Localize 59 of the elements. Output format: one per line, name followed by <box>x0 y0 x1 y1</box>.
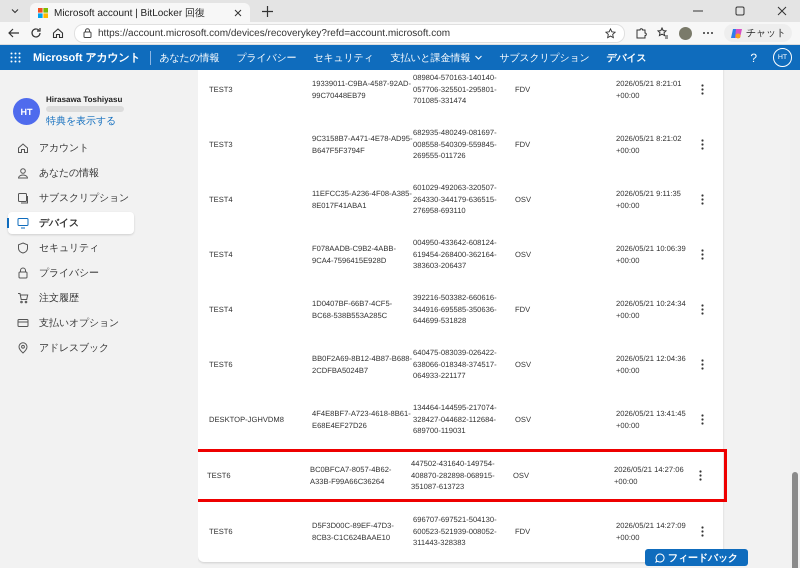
sidebar-item[interactable]: アカウント <box>8 137 134 159</box>
more-options-icon[interactable] <box>701 526 704 537</box>
star-icon[interactable] <box>605 28 616 38</box>
more-options-icon[interactable] <box>699 470 702 481</box>
nav-link[interactable]: 支払いと課金情報 <box>390 50 483 64</box>
chat-bubble-icon <box>655 552 665 562</box>
sidebar-item[interactable]: プライバシー <box>8 262 134 284</box>
more-options-icon[interactable] <box>701 359 704 370</box>
more-options-icon[interactable] <box>701 304 704 315</box>
favorites-icon[interactable] <box>657 27 669 39</box>
rewards-link[interactable]: 特典を表示する <box>46 114 124 128</box>
close-icon[interactable] <box>777 6 787 16</box>
more-options-icon[interactable] <box>701 249 704 260</box>
help-button[interactable]: ? <box>744 50 763 66</box>
sidebar-item[interactable]: 支払いオプション <box>8 312 134 334</box>
new-tab-icon[interactable] <box>262 6 273 16</box>
nav-link[interactable]: デバイス <box>606 50 647 64</box>
more-options-icon[interactable] <box>701 139 704 150</box>
more-options-icon[interactable] <box>701 194 704 205</box>
nav-link[interactable]: セキュリティ <box>314 50 374 64</box>
monitor-icon <box>17 217 29 229</box>
nav-link[interactable]: サブスクリプション <box>500 50 590 64</box>
browser-tab[interactable]: Microsoft account | BitLocker 回復 <box>30 3 250 22</box>
more-icon[interactable] <box>702 31 714 35</box>
sidebar-item[interactable]: 注文履歴 <box>8 287 134 309</box>
puzzle-icon[interactable] <box>635 27 647 39</box>
app-launcher-icon[interactable] <box>10 52 21 63</box>
subscription-icon <box>17 192 29 204</box>
sidebar-item[interactable]: セキュリティ <box>8 237 134 259</box>
profile-avatar: HT <box>13 98 40 125</box>
card-icon <box>17 317 29 329</box>
close-icon[interactable] <box>234 8 242 16</box>
lock-icon <box>83 28 92 38</box>
lock-icon <box>17 267 29 279</box>
sidebar-item[interactable]: アドレスブック <box>8 337 134 359</box>
profile-photo-placeholder[interactable] <box>679 26 692 40</box>
back-icon[interactable] <box>8 27 20 39</box>
home-icon <box>17 142 29 154</box>
nav-link[interactable]: プライバシー <box>236 50 297 64</box>
shield-icon <box>17 242 29 254</box>
nav-link[interactable]: あなたの情報 <box>160 50 220 64</box>
sidebar-item[interactable]: サブスクリプション <box>8 187 134 209</box>
site-title[interactable]: Microsoft アカウント <box>33 50 141 65</box>
sidebar-item[interactable]: あなたの情報 <box>8 162 134 184</box>
logo-icon <box>38 8 48 18</box>
sidebar-item[interactable]: デバイス <box>8 212 134 234</box>
pin-icon <box>17 342 29 354</box>
maximize-icon[interactable] <box>735 6 745 16</box>
profile-name: Hirasawa Toshiyasu <box>46 95 124 104</box>
more-options-icon[interactable] <box>701 84 704 95</box>
address-bar[interactable]: https://account.microsoft.com/devices/recoverykey?refd=account.microsoft.com <box>74 24 625 42</box>
chat-button[interactable]: チャット <box>724 24 792 42</box>
cart-icon <box>17 292 29 304</box>
more-options-icon[interactable] <box>701 414 704 425</box>
feedback-button[interactable]: フィードバック <box>645 549 748 566</box>
person-icon <box>17 167 29 179</box>
home-icon[interactable] <box>52 27 64 39</box>
copilot-logo-icon <box>730 26 743 40</box>
refresh-icon[interactable] <box>30 27 42 39</box>
